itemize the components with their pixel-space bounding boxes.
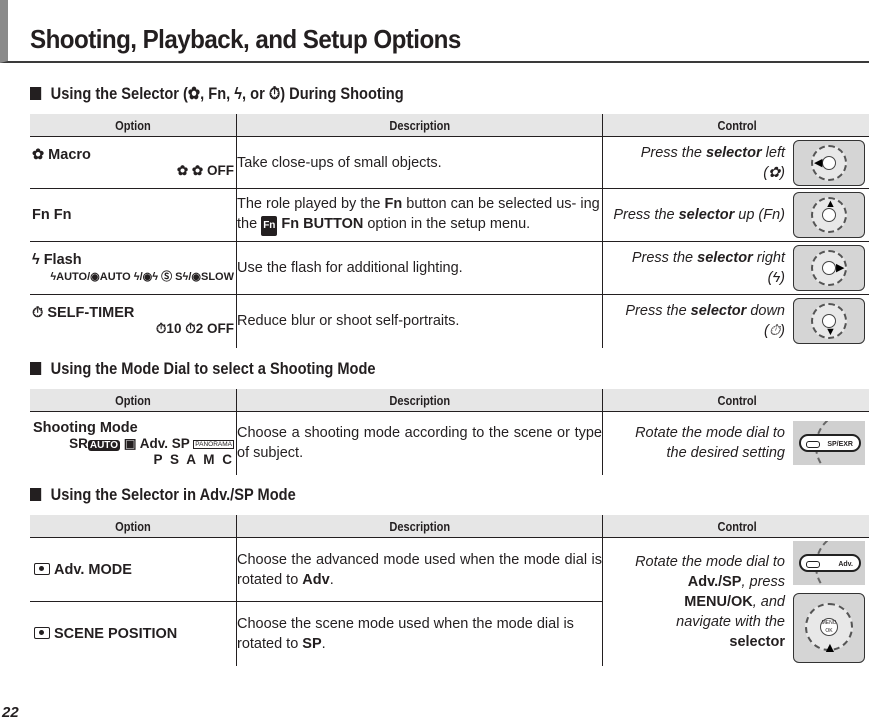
page-title: Shooting, Playback, and Setup Options xyxy=(30,24,461,54)
mode-dial-pointer: SP/EXR xyxy=(799,434,861,453)
description-cell: Choose the advanced mode used when the m… xyxy=(236,537,603,602)
section-heading-text: Using the Selector in Adv./SP Mode xyxy=(50,485,296,504)
section-heading-text: Using the Selector (✿, Fn, ϟ, or ⏱) Duri… xyxy=(50,84,404,103)
section-heading-mode-dial: Using the Mode Dial to select a Shooting… xyxy=(30,359,376,379)
panorama-mode-icon: PANORAMA xyxy=(193,439,234,449)
selector-down-illustration: ▼ xyxy=(793,298,865,345)
column-header-description: Description xyxy=(236,389,603,412)
arrow-left-icon: ◀ xyxy=(814,156,823,169)
table-row: ⏱ SELF-TIMER ⏱10 ⏱2 OFF Reduce blur or s… xyxy=(30,294,869,348)
control-text: Press the selector right (ϟ) xyxy=(631,250,785,286)
bullet-square-icon xyxy=(30,362,42,375)
table-header-row: Option Description Control xyxy=(30,389,869,412)
press-arrow-icon: ▲ xyxy=(823,638,837,655)
arrow-up-icon: ▲ xyxy=(825,198,836,210)
option-cell: SCENE POSITION xyxy=(30,601,237,666)
section-heading-text: Using the Mode Dial to select a Shooting… xyxy=(50,359,376,378)
page-header: Shooting, Playback, and Setup Options xyxy=(0,0,869,63)
table-row: Fn Fn The role played by the Fn button c… xyxy=(30,188,869,242)
column-header-control: Control xyxy=(602,389,869,412)
option-flash-values: ϟAUTO/◉AUTO ϟ/◉ϟ Ⓢ Sϟ/◉SLOW xyxy=(50,271,234,283)
control-cell: Press the selector left (✿) ◀ xyxy=(603,137,869,189)
adv-dial-illustration: Adv. xyxy=(793,540,865,585)
adv-sp-table: Option Description Control Adv. MODE Cho… xyxy=(30,515,869,666)
table-header-row: Option Description Control xyxy=(30,114,869,137)
bullet-square-icon xyxy=(30,488,42,501)
selector-left-illustration: ◀ xyxy=(793,139,865,186)
column-header-option: Option xyxy=(30,389,237,412)
description-cell: The role played by the Fn button can be … xyxy=(236,188,603,242)
description-cell: Reduce blur or shoot self-portraits. xyxy=(236,294,603,348)
selector-table: Option Description Control ✿ Macro ✿ ✿ O… xyxy=(30,114,869,348)
mode-dial-pointer: Adv. xyxy=(799,553,861,572)
selector-up-illustration: ▲ xyxy=(793,192,865,238)
bullet-square-icon xyxy=(30,87,42,100)
option-cell: ✿ Macro ✿ ✿ OFF xyxy=(30,136,237,189)
option-fn: Fn Fn xyxy=(32,207,72,223)
option-macro-values: ✿ ✿ OFF xyxy=(176,162,234,178)
auto-mode-icon: AUTO xyxy=(87,439,120,451)
option-cell: ϟ Flash ϟAUTO/◉AUTO ϟ/◉ϟ Ⓢ Sϟ/◉SLOW xyxy=(30,241,237,295)
shooting-menu-icon xyxy=(34,626,50,639)
control-text: Rotate the mode dial to Adv./SP, press M… xyxy=(635,553,785,650)
mode-dial-illustration: SP/EXR xyxy=(793,421,865,466)
option-self-timer: ⏱ SELF-TIMER xyxy=(32,305,135,322)
column-header-description: Description xyxy=(236,114,603,137)
description-cell: Choose the scene mode used when the mode… xyxy=(236,601,603,666)
column-header-option: Option xyxy=(30,114,237,137)
control-text: Rotate the mode dial to the desired sett… xyxy=(635,425,785,462)
mode-dial-table: Option Description Control Shooting Mode… xyxy=(30,389,869,475)
description-cell: Use the flash for additional lighting. xyxy=(236,241,603,295)
column-header-control: Control xyxy=(602,515,869,538)
shooting-menu-icon xyxy=(34,562,50,575)
option-cell: Adv. MODE xyxy=(30,537,237,602)
page-number: 22 xyxy=(2,704,19,721)
fn-menu-icon: Fn xyxy=(261,216,278,236)
option-shooting-mode-values: SR AUTO ▣ Adv. SP PANORAMA xyxy=(69,435,234,451)
option-cell: Fn Fn xyxy=(30,188,237,242)
option-cell: Shooting Mode SR AUTO ▣ Adv. SP PANORAMA … xyxy=(30,411,237,475)
table-row: Shooting Mode SR AUTO ▣ Adv. SP PANORAMA … xyxy=(30,411,869,475)
control-illustrations: Adv. MENU OK ▲ xyxy=(793,540,869,663)
table-row: ϟ Flash ϟAUTO/◉AUTO ϟ/◉ϟ Ⓢ Sϟ/◉SLOW Use … xyxy=(30,241,869,295)
option-shooting-mode-pasmc: P S A M C xyxy=(153,451,234,467)
selector-right-illustration: ▶ xyxy=(793,245,865,291)
arrow-down-icon: ▼ xyxy=(825,326,836,339)
option-shooting-mode: Shooting Mode xyxy=(33,419,138,436)
option-macro: ✿ Macro xyxy=(32,146,91,163)
control-cell: Rotate the mode dial to Adv./SP, press M… xyxy=(603,538,869,666)
table-header-row: Option Description Control xyxy=(30,515,869,538)
control-cell: Press the selector down (⏱) ▼ xyxy=(602,294,869,348)
option-flash: ϟ Flash xyxy=(32,252,82,268)
control-cell: Press the selector up (Fn) ▲ xyxy=(602,188,869,242)
section-heading-selector: Using the Selector (✿, Fn, ϟ, or ⏱) Duri… xyxy=(30,84,404,104)
section-heading-adv-sp: Using the Selector in Adv./SP Mode xyxy=(30,485,296,505)
control-cell: Press the selector right (ϟ) ▶ xyxy=(602,241,869,295)
menu-ok-illustration: MENU OK ▲ xyxy=(793,592,865,663)
column-header-option: Option xyxy=(30,515,237,538)
arrow-right-icon: ▶ xyxy=(836,262,845,274)
description-cell: Take close-ups of small objects. xyxy=(236,136,603,189)
table-row: Adv. MODE Choose the advanced mode used … xyxy=(30,537,869,663)
description-cell: Choose a shooting mode according to the … xyxy=(236,411,603,475)
option-cell: ⏱ SELF-TIMER ⏱10 ⏱2 OFF xyxy=(30,294,237,348)
option-self-timer-values: ⏱10 ⏱2 OFF xyxy=(155,321,234,337)
control-cell: Rotate the mode dial to the desired sett… xyxy=(603,412,869,475)
column-header-description: Description xyxy=(236,515,603,538)
option-adv-mode: Adv. MODE xyxy=(30,562,236,578)
control-text: Press the selector left (✿) xyxy=(640,144,785,181)
control-text: Press the selector up (Fn) xyxy=(613,207,785,223)
option-scene-position: SCENE POSITION xyxy=(30,626,236,642)
table-row: ✿ Macro ✿ ✿ OFF Take close-ups of small … xyxy=(30,136,869,189)
control-text: Press the selector down (⏱) xyxy=(625,303,785,340)
column-header-control: Control xyxy=(602,114,869,137)
